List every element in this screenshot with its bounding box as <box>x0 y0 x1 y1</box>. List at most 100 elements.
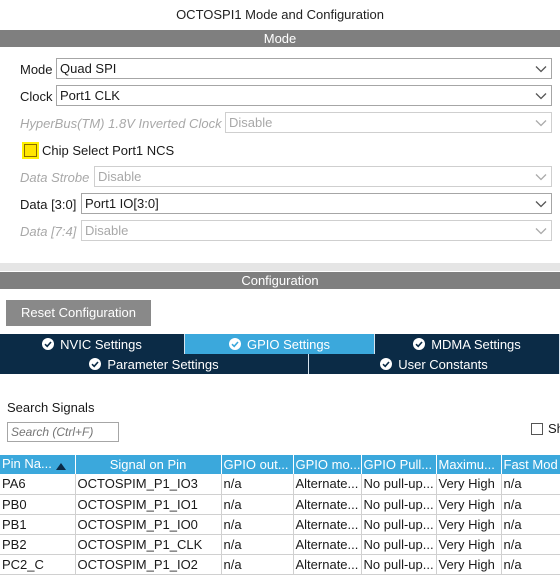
cell-pin-name: PB0 <box>0 494 76 515</box>
column-header-signal-on-pin[interactable]: Signal on Pin <box>75 455 222 474</box>
search-input[interactable] <box>7 422 119 442</box>
sort-up-icon <box>55 458 66 473</box>
cell-signal: OCTOSPIM_P1_IO0 <box>75 514 222 535</box>
chip-select-checkbox[interactable] <box>24 143 37 157</box>
cell-pin-name: PB2 <box>0 534 76 555</box>
clock-select[interactable]: Port1 CLK <box>56 85 552 106</box>
cell-max-speed: Very High <box>436 554 502 575</box>
cell-gpio-pull: No pull-up... <box>361 514 437 535</box>
chip-select-label: Chip Select Port1 NCS <box>42 142 175 158</box>
hyperbus-label: HyperBus(TM) 1.8V Inverted Clock <box>20 115 222 131</box>
tab-label: User Constants <box>398 356 488 372</box>
data-strobe-label: Data Strobe <box>20 169 90 185</box>
section-divider[interactable] <box>0 263 560 271</box>
data-7-4-select: Disable <box>81 220 552 241</box>
chip-select-row: Chip Select Port1 NCS <box>24 140 174 160</box>
cell-gpio-output: n/a <box>221 534 294 555</box>
clock-select-value: Port1 CLK <box>60 88 120 103</box>
check-circle-icon <box>380 358 393 370</box>
data-3-0-value: Port1 IO[3:0] <box>85 196 159 211</box>
hyperbus-select-value: Disable <box>229 115 273 130</box>
show-checkbox[interactable] <box>531 422 543 435</box>
cell-gpio-mode: Alternate... <box>293 534 362 555</box>
chevron-down-icon <box>535 171 547 183</box>
cell-gpio-pull: No pull-up... <box>361 494 437 515</box>
mode-select-value: Quad SPI <box>60 61 117 76</box>
tab-label: NVIC Settings <box>60 336 142 352</box>
cell-pin-name: PC2_C <box>0 554 76 575</box>
cell-max-speed: Very High <box>436 474 502 495</box>
mode-row: Mode <box>20 58 56 80</box>
show-checkbox-row: Sh <box>531 421 560 436</box>
chevron-down-icon <box>535 117 547 129</box>
cell-gpio-mode: Alternate... <box>293 514 362 535</box>
table-row[interactable]: PB1 OCTOSPIM_P1_IO0 n/a Alternate... No … <box>0 514 560 535</box>
cell-max-speed: Very High <box>436 514 502 535</box>
data-3-0-label: Data [3:0] <box>20 196 77 212</box>
data-strobe-select: Disable <box>94 166 552 187</box>
data-7-4-value: Disable <box>85 223 129 238</box>
window-title: OCTOSPI1 Mode and Configuration <box>176 7 384 22</box>
cell-fast-mode: n/a <box>501 534 560 555</box>
cell-max-speed: Very High <box>436 494 502 515</box>
data-7-4-label: Data [7:4] <box>20 223 77 239</box>
chevron-down-icon <box>535 63 547 75</box>
check-circle-icon <box>89 358 102 370</box>
cell-gpio-pull: No pull-up... <box>361 474 437 495</box>
cell-signal: OCTOSPIM_P1_IO3 <box>75 474 222 495</box>
clock-row: Clock <box>20 85 56 107</box>
data-strobe-value: Disable <box>98 169 142 184</box>
cell-signal: OCTOSPIM_P1_CLK <box>75 534 222 555</box>
table-row[interactable]: PB2 OCTOSPIM_P1_CLK n/a Alternate... No … <box>0 534 560 555</box>
cell-signal: OCTOSPIM_P1_IO2 <box>75 554 222 575</box>
tab-parameter-settings[interactable]: Parameter Settings <box>0 354 309 374</box>
cell-gpio-output: n/a <box>221 474 294 495</box>
chevron-down-icon <box>535 198 547 210</box>
cell-gpio-pull: No pull-up... <box>361 554 437 575</box>
cell-pin-name: PA6 <box>0 474 76 495</box>
check-circle-icon <box>228 338 241 350</box>
data-3-0-select[interactable]: Port1 IO[3:0] <box>81 193 552 214</box>
tab-gpio-settings[interactable]: GPIO Settings <box>185 334 375 354</box>
cell-fast-mode: n/a <box>501 554 560 575</box>
cell-gpio-mode: Alternate... <box>293 474 362 495</box>
check-circle-icon <box>42 338 55 350</box>
data-3-0-row: Data [3:0] <box>20 193 79 215</box>
gpio-signals-table: Pin Na... Signal on Pin GPIO out... GPIO… <box>0 455 560 575</box>
search-signals-label: Search Signals <box>7 400 95 415</box>
column-header-label: Pin Na... <box>2 456 52 472</box>
tab-nvic-settings[interactable]: NVIC Settings <box>0 334 185 354</box>
tab-label: MDMA Settings <box>431 336 521 352</box>
tab-label: Parameter Settings <box>107 356 219 372</box>
check-circle-icon <box>413 338 426 350</box>
cell-gpio-pull: No pull-up... <box>361 534 437 555</box>
tab-mdma-settings[interactable]: MDMA Settings <box>375 334 560 354</box>
column-header-gpio-output[interactable]: GPIO out... <box>221 455 294 474</box>
column-header-gpio-pull[interactable]: GPIO Pull... <box>361 455 437 474</box>
table-header-row: Pin Na... Signal on Pin GPIO out... GPIO… <box>0 455 560 474</box>
table-row[interactable]: PA6 OCTOSPIM_P1_IO3 n/a Alternate... No … <box>0 474 560 495</box>
table-row[interactable]: PB0 OCTOSPIM_P1_IO1 n/a Alternate... No … <box>0 494 560 515</box>
data-strobe-row: Data Strobe <box>20 166 92 188</box>
mode-select[interactable]: Quad SPI <box>56 58 552 79</box>
cell-fast-mode: n/a <box>501 514 560 535</box>
cell-signal: OCTOSPIM_P1_IO1 <box>75 494 222 515</box>
table-row[interactable]: PC2_C OCTOSPIM_P1_IO2 n/a Alternate... N… <box>0 554 560 575</box>
column-header-maximum-speed[interactable]: Maximu... <box>436 455 502 474</box>
tab-label: GPIO Settings <box>246 336 331 352</box>
cell-pin-name: PB1 <box>0 514 76 535</box>
cell-max-speed: Very High <box>436 534 502 555</box>
cell-gpio-mode: Alternate... <box>293 494 362 515</box>
column-header-fast-mode[interactable]: Fast Mod <box>501 455 560 474</box>
cell-fast-mode: n/a <box>501 494 560 515</box>
show-checkbox-label: Sh <box>548 421 560 436</box>
cell-gpio-output: n/a <box>221 514 294 535</box>
column-header-gpio-mode[interactable]: GPIO mo... <box>293 455 362 474</box>
chevron-down-icon <box>535 90 547 102</box>
cell-gpio-output: n/a <box>221 494 294 515</box>
hyperbus-row: HyperBus(TM) 1.8V Inverted Clock <box>20 112 225 134</box>
tab-user-constants[interactable]: User Constants <box>309 354 560 374</box>
data-7-4-row: Data [7:4] <box>20 220 79 242</box>
reset-configuration-button[interactable]: Reset Configuration <box>6 300 151 326</box>
column-header-pin-name[interactable]: Pin Na... <box>0 455 76 474</box>
